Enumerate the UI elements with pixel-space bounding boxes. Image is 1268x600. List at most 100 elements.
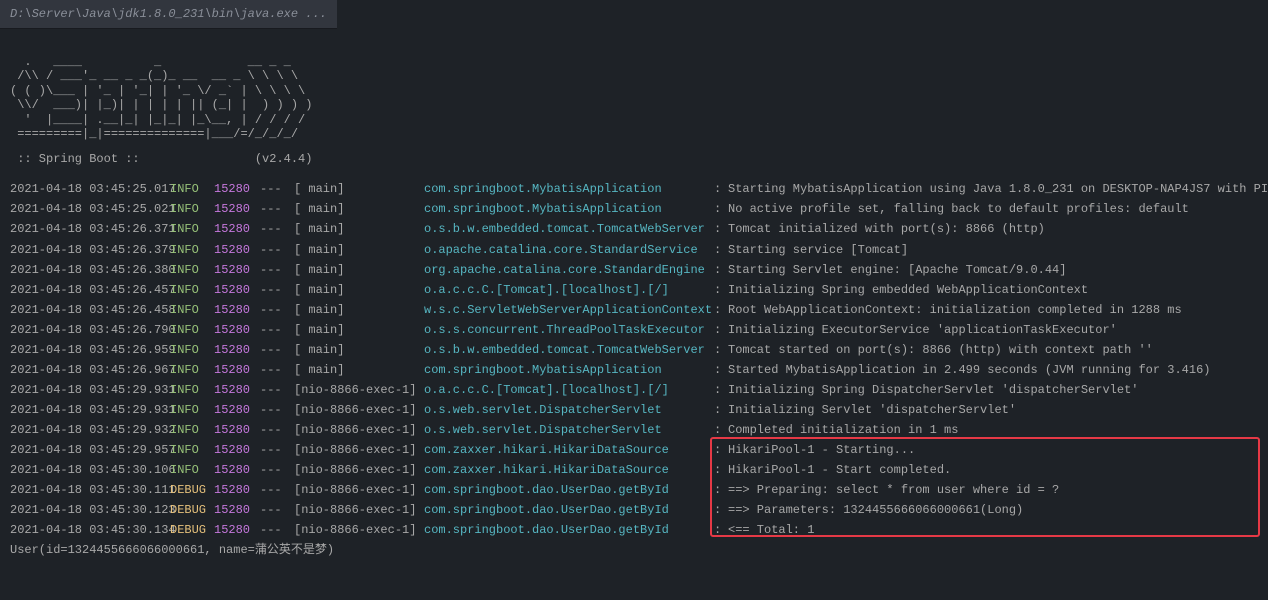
log-logger: com.springboot.MybatisApplication [424,360,714,380]
log-separator: --- [260,500,294,520]
log-colon: : [714,179,728,199]
log-timestamp: 2021-04-18 03:45:26.458 [10,300,170,320]
log-logger: org.apache.catalina.core.StandardEngine [424,260,714,280]
log-message: No active profile set, falling back to d… [728,199,1189,219]
log-level: INFO [170,420,214,440]
log-colon: : [714,340,728,360]
log-pid: 15280 [214,260,260,280]
log-line: 2021-04-18 03:45:26.457INFO15280--- [ ma… [10,280,1258,300]
log-logger: com.springboot.dao.UserDao.getById [424,480,714,500]
log-colon: : [714,240,728,260]
log-line: 2021-04-18 03:45:26.458INFO15280--- [ ma… [10,300,1258,320]
log-separator: --- [260,480,294,500]
log-line: 2021-04-18 03:45:26.380INFO15280--- [ ma… [10,260,1258,280]
log-logger: o.a.c.c.C.[Tomcat].[localhost].[/] [424,280,714,300]
log-level: DEBUG [170,500,214,520]
log-pid: 15280 [214,300,260,320]
log-separator: --- [260,219,294,239]
log-pid: 15280 [214,380,260,400]
log-logger: w.s.c.ServletWebServerApplicationContext [424,300,714,320]
log-pid: 15280 [214,520,260,540]
log-level: INFO [170,280,214,300]
console-output-area[interactable]: . ____ _ __ _ _ /\\ / ___'_ __ _ _(_)_ _… [0,29,1268,570]
log-thread: [ main] [294,320,424,340]
window-title-text: D:\Server\Java\jdk1.8.0_231\bin\java.exe… [10,7,327,21]
log-thread: [ main] [294,219,424,239]
log-separator: --- [260,320,294,340]
log-pid: 15280 [214,340,260,360]
log-colon: : [714,440,728,460]
log-pid: 15280 [214,360,260,380]
log-line: 2021-04-18 03:45:29.931INFO15280--- [nio… [10,380,1258,400]
log-line: 2021-04-18 03:45:26.371INFO15280--- [ ma… [10,219,1258,239]
log-colon: : [714,280,728,300]
log-thread: [nio-8866-exec-1] [294,460,424,480]
log-colon: : [714,460,728,480]
log-separator: --- [260,280,294,300]
log-line: 2021-04-18 03:45:30.134DEBUG15280--- [ni… [10,520,1258,540]
log-timestamp: 2021-04-18 03:45:26.380 [10,260,170,280]
log-thread: [nio-8866-exec-1] [294,400,424,420]
log-colon: : [714,219,728,239]
log-logger: o.s.s.concurrent.ThreadPoolTaskExecutor [424,320,714,340]
log-level: INFO [170,340,214,360]
log-level: DEBUG [170,520,214,540]
log-level: INFO [170,320,214,340]
log-message: Initializing Spring DispatcherServlet 'd… [728,380,1138,400]
log-timestamp: 2021-04-18 03:45:30.134 [10,520,170,540]
log-thread: [ main] [294,360,424,380]
window-title-bar: D:\Server\Java\jdk1.8.0_231\bin\java.exe… [0,0,337,29]
log-pid: 15280 [214,400,260,420]
log-logger: o.s.web.servlet.DispatcherServlet [424,400,714,420]
log-thread: [nio-8866-exec-1] [294,500,424,520]
log-colon: : [714,420,728,440]
log-colon: : [714,199,728,219]
log-level: INFO [170,240,214,260]
log-separator: --- [260,340,294,360]
log-pid: 15280 [214,460,260,480]
log-line: 2021-04-18 03:45:26.967INFO15280--- [ ma… [10,360,1258,380]
log-level: INFO [170,300,214,320]
log-level: INFO [170,460,214,480]
log-timestamp: 2021-04-18 03:45:29.932 [10,420,170,440]
log-level: INFO [170,360,214,380]
log-colon: : [714,320,728,340]
log-separator: --- [260,240,294,260]
log-timestamp: 2021-04-18 03:45:26.959 [10,340,170,360]
log-message: Initializing Spring embedded WebApplicat… [728,280,1088,300]
log-thread: [ main] [294,340,424,360]
log-pid: 15280 [214,280,260,300]
log-timestamp: 2021-04-18 03:45:25.017 [10,179,170,199]
log-line: 2021-04-18 03:45:30.123DEBUG15280--- [ni… [10,500,1258,520]
log-message: Starting Servlet engine: [Apache Tomcat/… [728,260,1066,280]
log-separator: --- [260,440,294,460]
log-logger: com.springboot.MybatisApplication [424,179,714,199]
log-logger: com.zaxxer.hikari.HikariDataSource [424,460,714,480]
log-separator: --- [260,260,294,280]
log-line: 2021-04-18 03:45:26.790INFO15280--- [ ma… [10,320,1258,340]
log-level: INFO [170,179,214,199]
log-level: INFO [170,440,214,460]
log-colon: : [714,400,728,420]
log-message: ==> Parameters: 1324455666066000661(Long… [728,500,1023,520]
log-thread: [ main] [294,280,424,300]
log-timestamp: 2021-04-18 03:45:30.111 [10,480,170,500]
log-message: <== Total: 1 [728,520,814,540]
log-level: INFO [170,199,214,219]
log-thread: [ main] [294,300,424,320]
log-message: Tomcat started on port(s): 8866 (http) w… [728,340,1153,360]
log-message: Starting MybatisApplication using Java 1… [728,179,1268,199]
log-message: Initializing Servlet 'dispatcherServlet' [728,400,1016,420]
log-thread: [nio-8866-exec-1] [294,520,424,540]
log-pid: 15280 [214,420,260,440]
log-message: HikariPool-1 - Start completed. [728,460,951,480]
log-separator: --- [260,360,294,380]
log-thread: [ main] [294,199,424,219]
log-line: 2021-04-18 03:45:30.106INFO15280--- [nio… [10,460,1258,480]
log-colon: : [714,520,728,540]
log-timestamp: 2021-04-18 03:45:30.106 [10,460,170,480]
log-line: 2021-04-18 03:45:26.379INFO15280--- [ ma… [10,240,1258,260]
log-separator: --- [260,520,294,540]
log-thread: [ main] [294,260,424,280]
log-pid: 15280 [214,500,260,520]
